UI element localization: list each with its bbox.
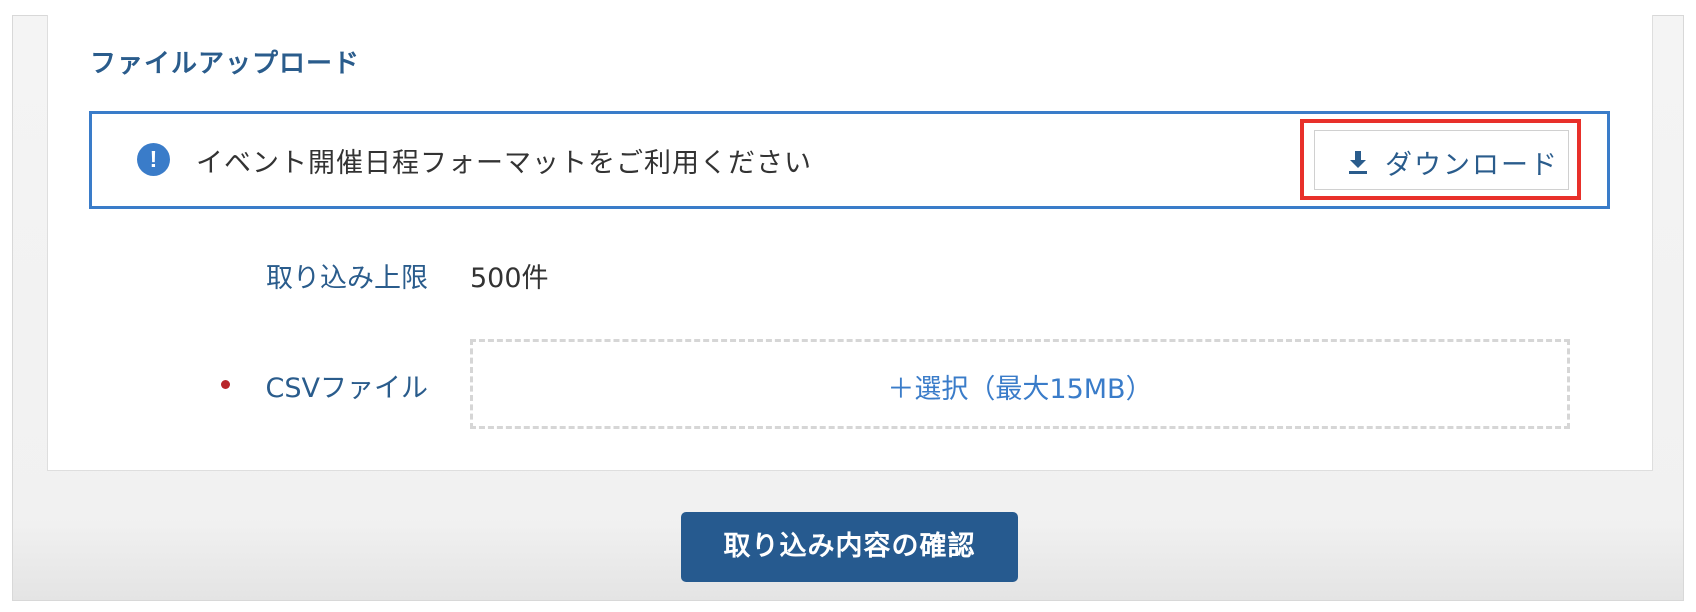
csv-file-select-dropzone[interactable]: ＋選択（最大15MB） (470, 339, 1570, 429)
notice-text: イベント開催日程フォーマットをご利用ください (196, 148, 812, 179)
download-icon (1349, 151, 1367, 174)
file-select-label: ＋選択（最大15MB） (887, 374, 1153, 405)
import-limit-value: 500件 (470, 263, 549, 294)
download-label: ダウンロード (1385, 150, 1559, 181)
csv-file-label: CSVファイル (265, 373, 428, 404)
download-highlight-box: ダウンロード (1300, 119, 1581, 200)
section-title: ファイルアップロード (90, 49, 361, 79)
confirm-import-button[interactable]: 取り込み内容の確認 (681, 512, 1018, 582)
download-button[interactable]: ダウンロード (1314, 130, 1569, 190)
exclamation-circle-icon: ! (137, 143, 170, 176)
import-limit-label: 取り込み上限 (266, 263, 428, 294)
format-notice: ! イベント開催日程フォーマットをご利用ください ダウンロード (89, 111, 1610, 209)
